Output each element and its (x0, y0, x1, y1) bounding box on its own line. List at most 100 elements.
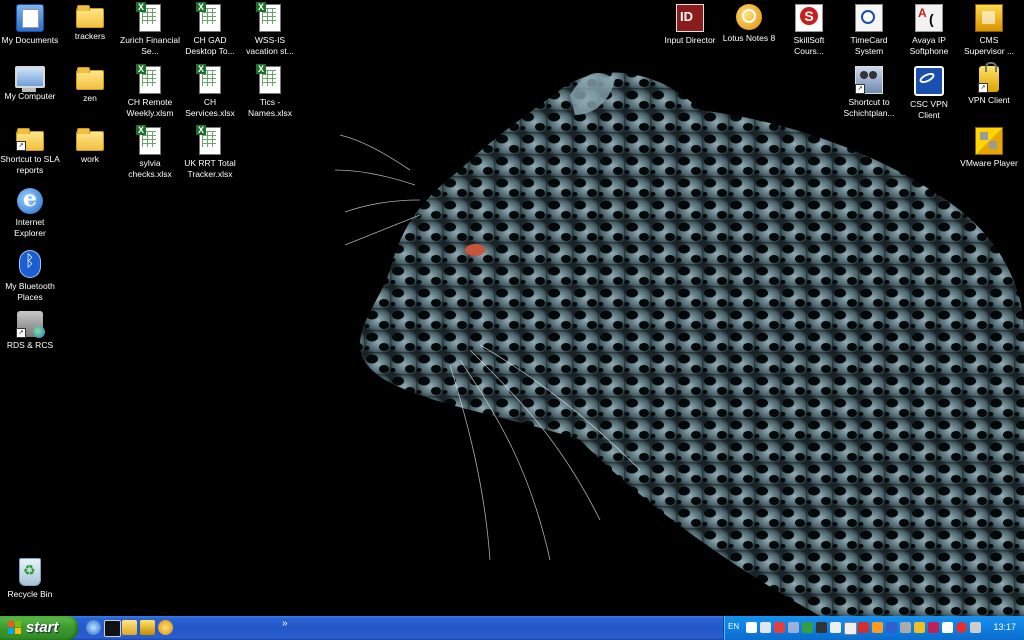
desktop-icon-work[interactable]: work (60, 127, 120, 165)
app-icon[interactable] (140, 620, 155, 635)
desktop-icon-wss-is-vacation[interactable]: WSS-IS vacation st... (240, 2, 300, 56)
start-button[interactable]: start (0, 616, 78, 640)
timecard-icon (855, 4, 883, 32)
folder-icon (76, 128, 104, 151)
cmd-icon[interactable] (104, 620, 121, 637)
desktop-icon-ch-gad-desktop[interactable]: CH GAD Desktop To... (180, 2, 240, 56)
icon-label: Shortcut to Schichtplan... (843, 97, 895, 118)
icon-label: UK RRT Total Tracker.xlsx (184, 158, 236, 179)
tray-icon-10[interactable] (872, 622, 883, 633)
icon-label: My Bluetooth Places (5, 281, 55, 302)
tray-icon-14[interactable] (928, 622, 939, 633)
leopard-eye (465, 244, 485, 256)
desktop-icon-ch-services[interactable]: CH Services.xlsx (180, 64, 240, 118)
clock[interactable]: 13:17 (993, 622, 1016, 632)
tray-icon-15[interactable] (942, 622, 953, 633)
tray-icon-12[interactable] (900, 622, 911, 633)
desktop-icon-lotus-notes[interactable]: Lotus Notes 8 (719, 4, 779, 44)
language-indicator[interactable]: EN (728, 622, 739, 631)
ie-icon[interactable] (86, 620, 101, 635)
desktop-icon-avaya-softphone[interactable]: Avaya IP Softphone (899, 4, 959, 56)
icon-label: My Computer (4, 91, 56, 101)
explorer-icon[interactable] (122, 620, 137, 635)
icon-label: CH GAD Desktop To... (185, 35, 235, 56)
icon-label: CH Services.xlsx (185, 97, 235, 118)
folder-icon (76, 67, 104, 90)
desktop-icon-uk-rrt-tracker[interactable]: UK RRT Total Tracker.xlsx (180, 125, 240, 179)
desktop-icon-schichtplan[interactable]: ↗ Shortcut to Schichtplan... (839, 66, 899, 118)
desktop-icon-input-director[interactable]: Input Director (660, 4, 720, 46)
tray-icon-1[interactable] (746, 622, 757, 633)
shortcut-arrow-icon: ↗ (16, 328, 26, 338)
icon-label: sylvia checks.xlsx (128, 158, 172, 179)
excel-file-icon (196, 125, 221, 155)
volume-icon[interactable] (970, 622, 981, 633)
tray-icon-2[interactable] (760, 622, 771, 633)
desktop-icon-zen[interactable]: zen (60, 66, 120, 104)
avaya-softphone-icon (915, 4, 943, 32)
windows-flag-icon (8, 621, 22, 635)
desktop-icon-my-documents[interactable]: My Documents (0, 4, 60, 46)
tray-icon-6[interactable] (816, 622, 827, 633)
tray-icon-5[interactable] (802, 622, 813, 633)
my-computer-icon (15, 66, 45, 92)
icon-label: CSC VPN Client (910, 99, 948, 120)
icon-label: Zurich Financial Se... (120, 35, 180, 56)
desktop-icon-vmware-player[interactable]: VMware Player (959, 127, 1019, 169)
excel-file-icon (256, 64, 281, 94)
tray-icon-3[interactable] (774, 622, 785, 633)
icon-label: Recycle Bin (7, 589, 53, 599)
tray-icon-13[interactable] (914, 622, 925, 633)
taskbar: start » EN 13:17 (0, 616, 1024, 640)
lotus-notes-icon (736, 4, 762, 30)
desktop-icon-trackers[interactable]: trackers (60, 4, 120, 42)
icon-label: CH Remote Weekly.xlsm (126, 97, 174, 118)
icon-label: TimeCard System (850, 35, 888, 56)
folder-icon (76, 5, 104, 28)
desktop-icon-vpn-client[interactable]: ↗ VPN Client (959, 62, 1019, 106)
internet-explorer-icon (17, 186, 43, 214)
bluetooth-icon (19, 250, 41, 278)
icon-label: Shortcut to SLA reports (0, 154, 60, 175)
desktop-icon-sylvia-checks[interactable]: sylvia checks.xlsx (120, 125, 180, 179)
desktop-icon-skillsoft[interactable]: SkillSoft Cours... (779, 4, 839, 56)
desktop: My Documents My Computer ↗ Shortcut to S… (0, 0, 1024, 616)
shortcut-arrow-icon: ↗ (16, 141, 26, 151)
lotus-icon[interactable] (158, 620, 173, 635)
desktop-icon-recycle-bin[interactable]: Recycle Bin (0, 558, 60, 600)
tray-icon-11[interactable] (886, 622, 897, 633)
start-label: start (26, 619, 59, 636)
tray-icon-4[interactable] (788, 622, 799, 633)
icon-label: trackers (74, 31, 106, 41)
shortcut-arrow-icon: ↗ (855, 84, 865, 94)
tray-icon-7[interactable] (830, 622, 841, 633)
tray-icon-9[interactable] (858, 622, 869, 633)
desktop-icon-csc-vpn[interactable]: CSC VPN Client (899, 66, 959, 120)
excel-file-icon (196, 64, 221, 94)
csc-vpn-icon (914, 66, 944, 96)
system-tray: EN 13:17 (723, 616, 1024, 640)
desktop-icon-my-computer[interactable]: My Computer (0, 66, 60, 102)
cms-supervisor-icon (975, 4, 1003, 32)
excel-file-icon (136, 64, 161, 94)
icon-label: RDS & RCS (6, 340, 54, 350)
excel-file-icon (256, 2, 281, 32)
desktop-icon-internet-explorer[interactable]: Internet Explorer (0, 186, 60, 238)
desktop-icon-ch-remote-weekly[interactable]: CH Remote Weekly.xlsm (120, 64, 180, 118)
schichtplan-icon: ↗ (855, 66, 883, 94)
desktop-icon-timecard[interactable]: TimeCard System (839, 4, 899, 56)
desktop-icon-zurich-financial[interactable]: Zurich Financial Se... (120, 2, 180, 56)
icon-label: Avaya IP Softphone (909, 35, 949, 56)
desktop-icon-bluetooth[interactable]: My Bluetooth Places (0, 250, 60, 302)
quick-launch-chevron[interactable]: » (282, 618, 288, 629)
tray-icon-8[interactable] (844, 622, 857, 635)
desktop-icon-sla-reports[interactable]: ↗ Shortcut to SLA reports (0, 127, 60, 175)
desktop-icon-rds-rcs[interactable]: ↗ RDS & RCS (0, 311, 60, 351)
desktop-icon-tics-names[interactable]: Tics - Names.xlsx (240, 64, 300, 118)
excel-file-icon (196, 2, 221, 32)
desktop-icon-cms-supervisor[interactable]: CMS Supervisor ... (959, 4, 1019, 56)
icon-label: Tics - Names.xlsx (248, 97, 292, 118)
tray-icon-16[interactable] (956, 622, 967, 633)
excel-file-icon (136, 125, 161, 155)
recycle-bin-icon (19, 558, 41, 586)
